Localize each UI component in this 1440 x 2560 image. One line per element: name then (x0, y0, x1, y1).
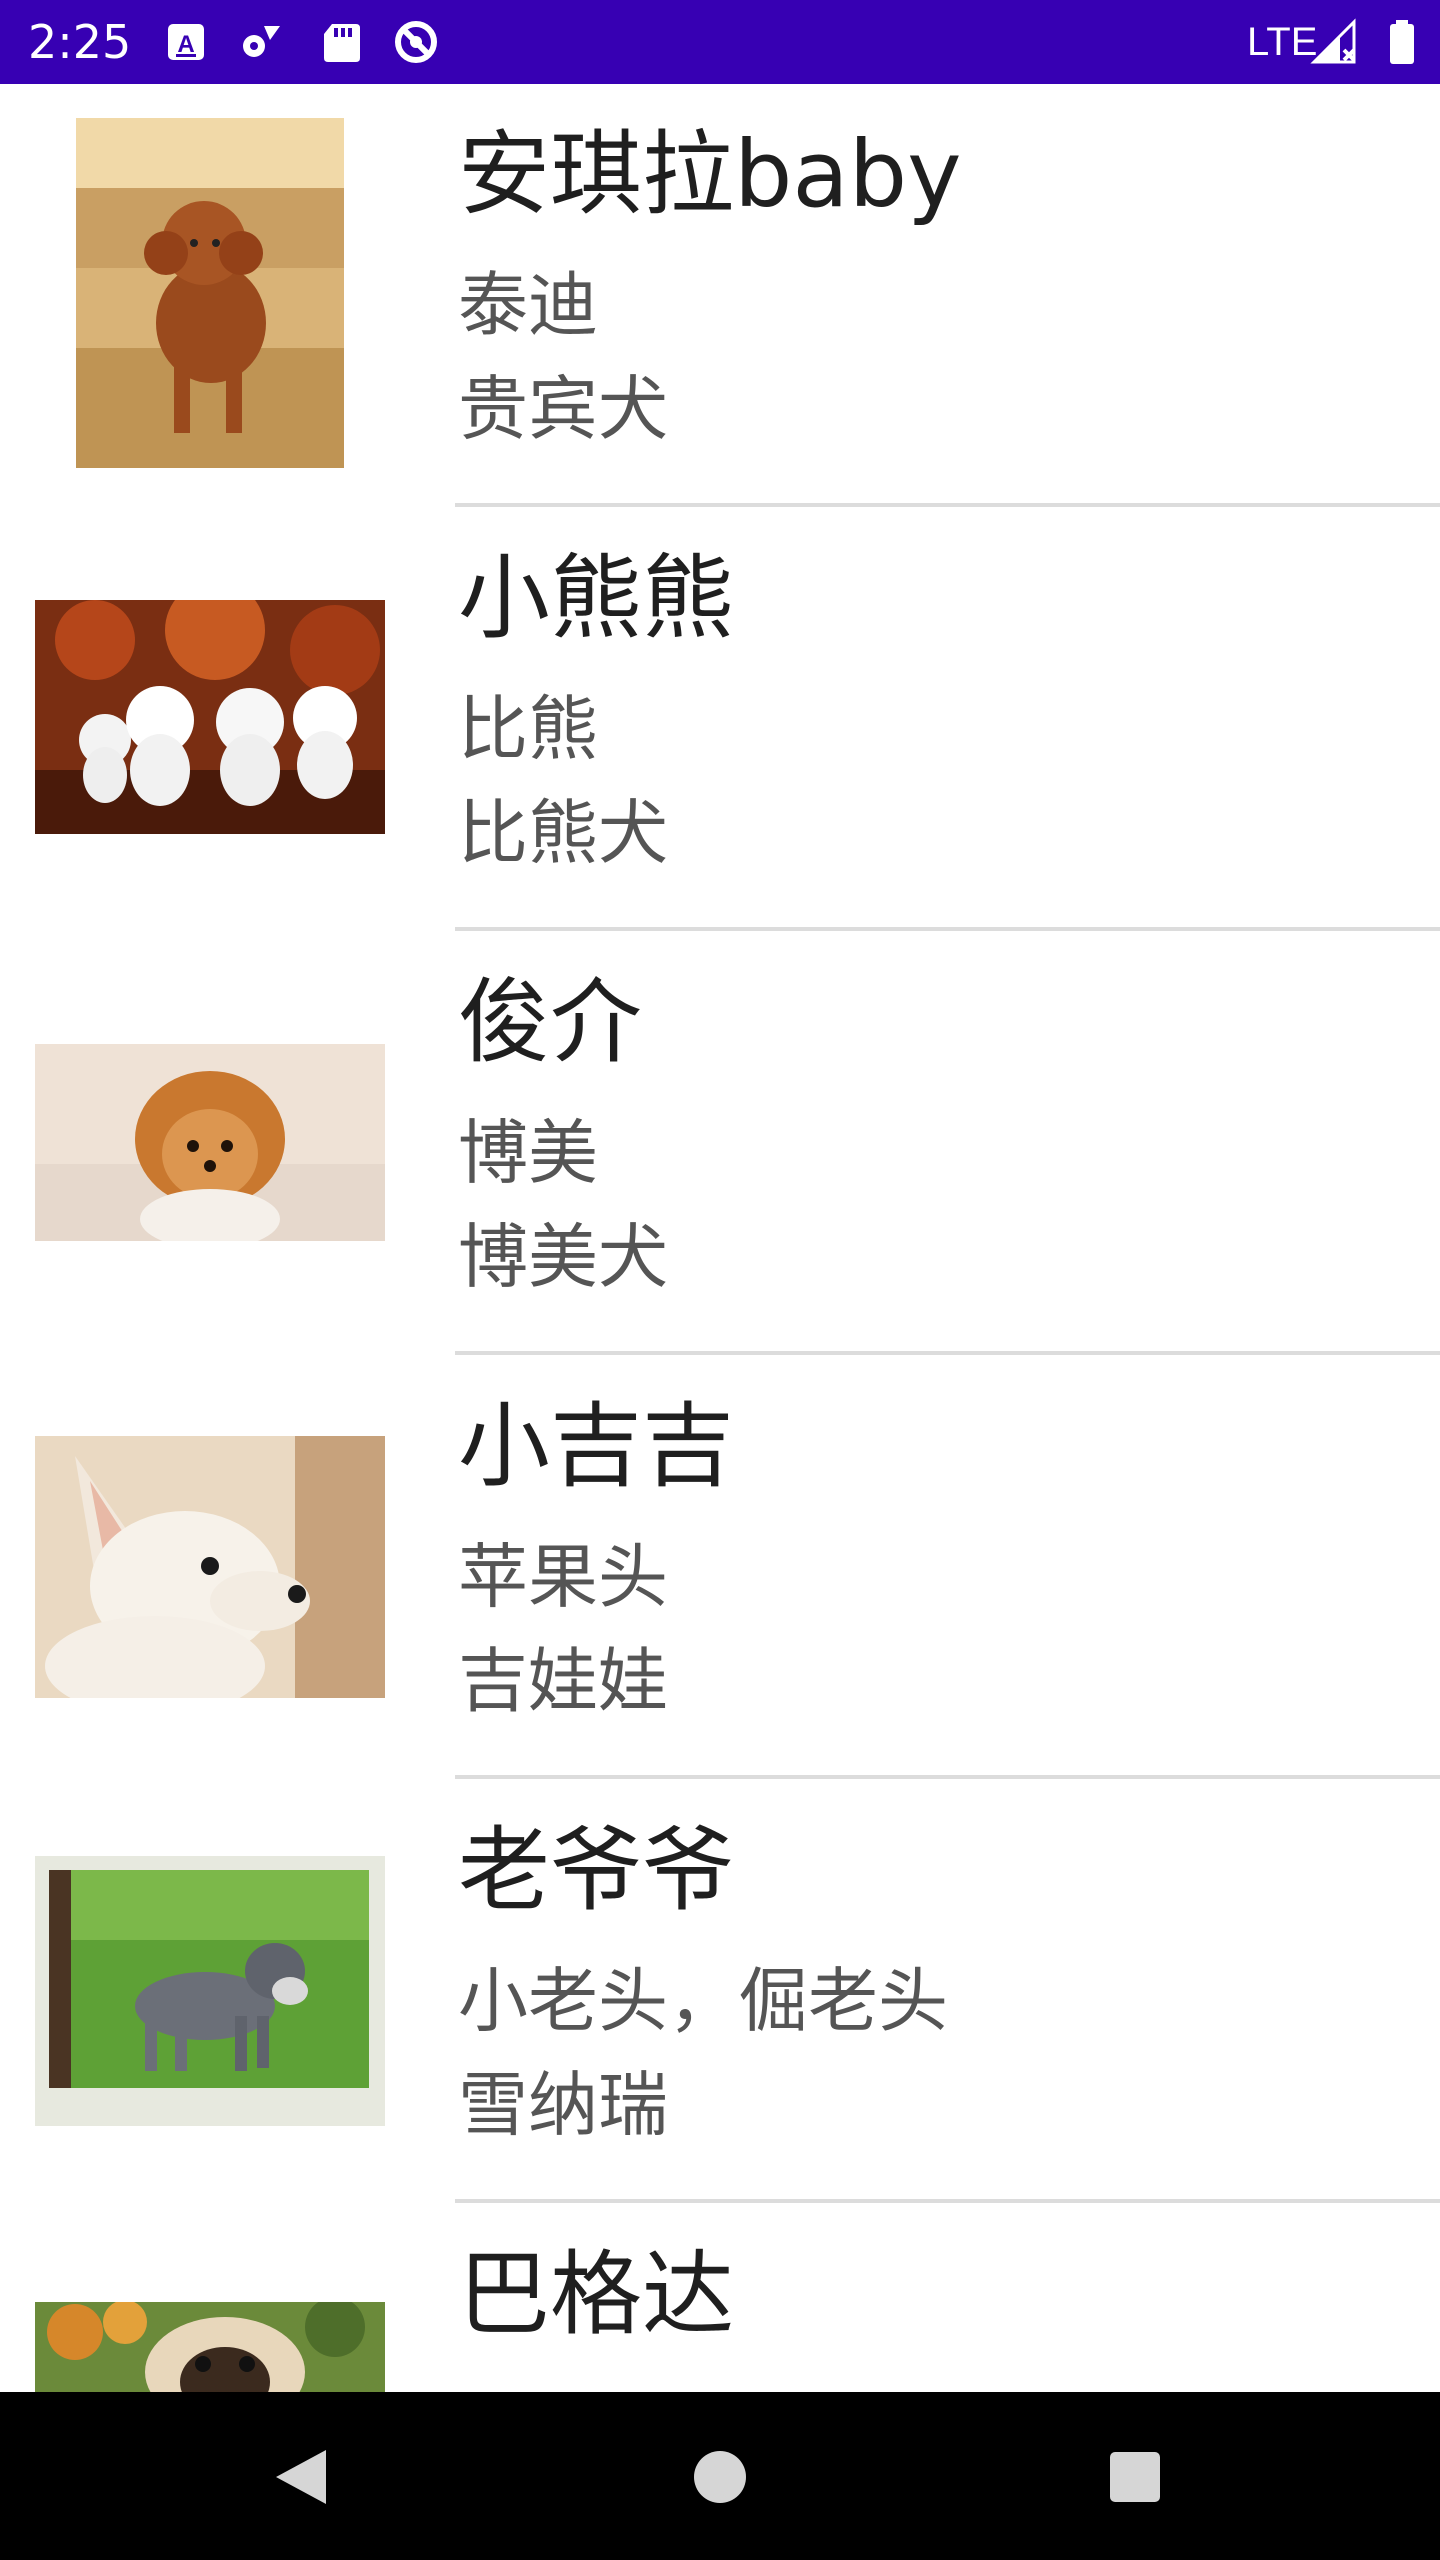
a-icon: A (168, 24, 204, 60)
dog-breed: 贵宾犬 (458, 368, 668, 450)
signal-icon (1310, 18, 1356, 64)
list-item[interactable]: 小熊熊 比熊 比熊犬 (0, 508, 1440, 932)
status-time: 2:25 (28, 15, 132, 69)
poodle-photo (76, 118, 344, 468)
status-bar: 2:25 A LTE (0, 0, 1440, 84)
dog-name: 俊介 (458, 969, 643, 1076)
dog-breed: 比熊犬 (458, 792, 668, 874)
dog-name: 巴格达 (458, 2241, 735, 2348)
svg-text:A: A (177, 31, 194, 58)
divider (455, 2199, 1440, 2203)
dog-name: 小吉吉 (458, 1393, 735, 1500)
list-item[interactable]: 安琪拉baby 泰迪 贵宾犬 (0, 84, 1440, 508)
dog-name: 老爷爷 (458, 1817, 735, 1924)
sd-card-icon (324, 24, 360, 62)
dog-breed: 博美犬 (458, 1216, 668, 1298)
dog-breed: 雪纳瑞 (458, 2064, 668, 2146)
dog-nickname: 比熊 (458, 688, 598, 770)
divider (455, 927, 1440, 931)
bichon-photo (35, 600, 385, 834)
dog-nickname: 小老头，倔老头 (458, 1960, 948, 2042)
network-type: LTE (1247, 20, 1318, 64)
settings-icon (243, 26, 280, 57)
dog-nickname: 泰迪 (458, 264, 598, 346)
list-item[interactable]: 老爷爷 小老头，倔老头 雪纳瑞 (0, 1780, 1440, 2204)
list-item[interactable]: 巴格达 (0, 2204, 1440, 2392)
home-icon[interactable] (675, 2432, 765, 2522)
dog-list[interactable]: 安琪拉baby 泰迪 贵宾犬 小熊熊 比熊 比熊犬 俊介 博美 博美犬 小吉吉 … (0, 84, 1440, 2392)
schnauzer-photo (35, 1856, 385, 2126)
navigation-bar (0, 2392, 1440, 2560)
battery-icon (1390, 20, 1414, 64)
divider (455, 1351, 1440, 1355)
dog-breed: 吉娃娃 (458, 1640, 668, 1722)
dog-nickname: 博美 (458, 1112, 598, 1194)
sync-icon (395, 21, 437, 63)
screen: 2:25 A LTE 安琪拉baby 泰迪 贵宾犬 小熊熊 比熊 比熊犬 俊介 … (0, 0, 1440, 2560)
chihuahua-photo (35, 1436, 385, 1698)
dog-nickname: 苹果头 (458, 1536, 668, 1618)
pomeranian-photo (35, 1044, 385, 1241)
list-item[interactable]: 小吉吉 苹果头 吉娃娃 (0, 1356, 1440, 1780)
divider (455, 503, 1440, 507)
divider (455, 1775, 1440, 1779)
pug-photo (35, 2302, 385, 2392)
list-item[interactable]: 俊介 博美 博美犬 (0, 932, 1440, 1356)
dog-name: 小熊熊 (458, 545, 735, 652)
back-icon[interactable] (256, 2432, 346, 2522)
recents-icon[interactable] (1090, 2432, 1180, 2522)
dog-name: 安琪拉baby (458, 121, 962, 228)
